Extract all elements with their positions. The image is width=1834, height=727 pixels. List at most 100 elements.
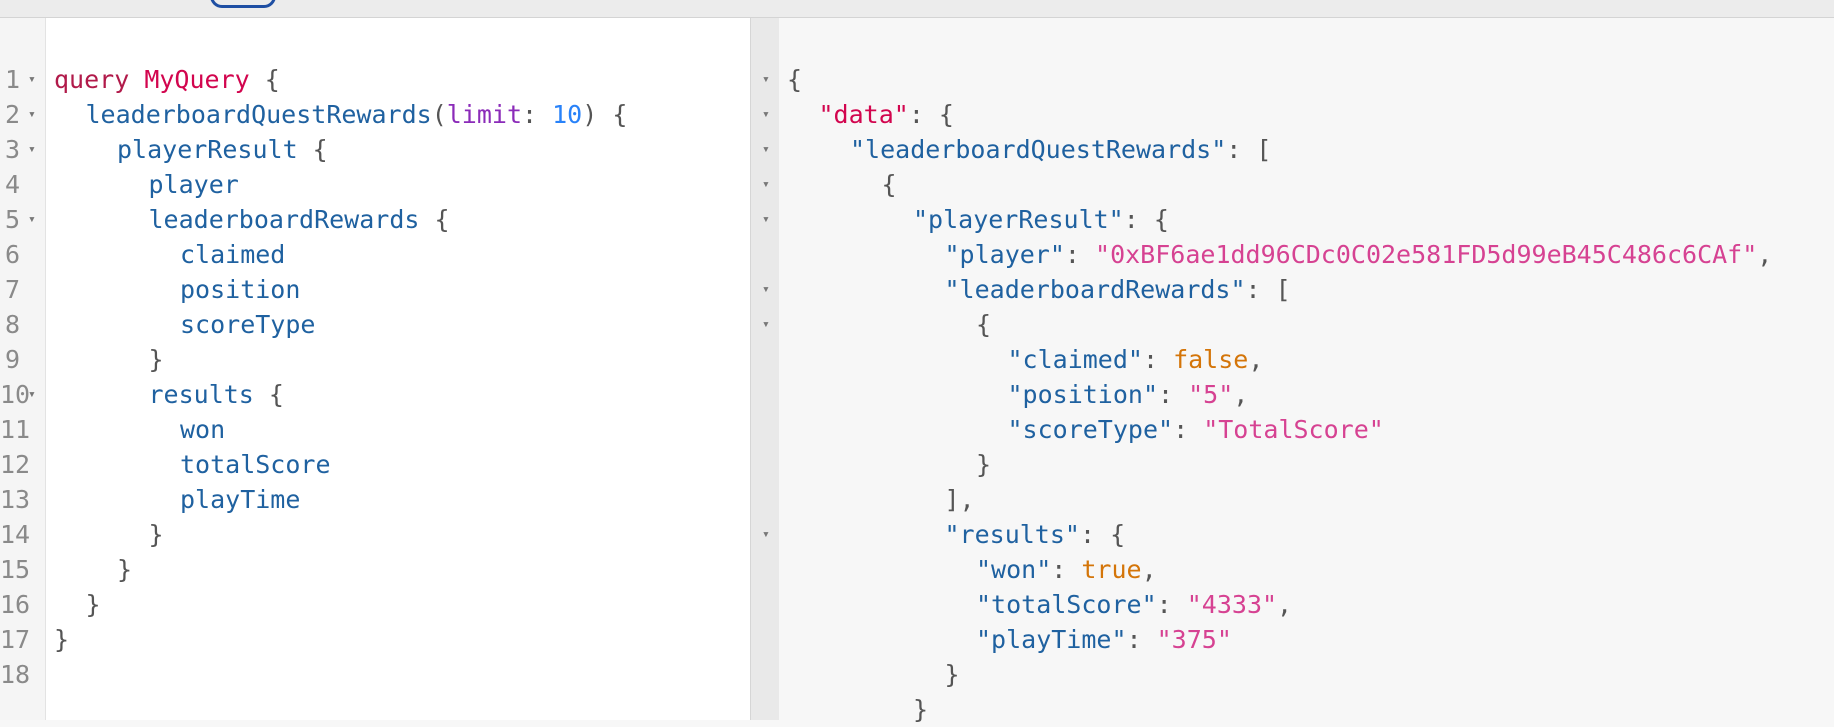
punctuation-token: ], (944, 485, 975, 514)
key-token: "won" (976, 555, 1052, 584)
key-token: "leaderboardQuestRewards" (850, 135, 1227, 164)
fold-toggle-icon[interactable]: ▾ (762, 517, 770, 552)
line-number: 14 (0, 520, 31, 549)
punctuation-token: { (419, 205, 450, 234)
punctuation-token: } (148, 345, 164, 374)
code-line: "results": { (945, 517, 1126, 552)
code-line: } (945, 657, 960, 692)
code-line: { (976, 307, 991, 342)
key-token: "leaderboardRewards" (944, 275, 1246, 304)
fold-toggle-icon[interactable]: ▾ (28, 132, 36, 167)
code-line: "leaderboardRewards": [ (945, 272, 1291, 307)
code-line: } (913, 692, 928, 727)
punctuation-token: : (1158, 380, 1189, 409)
punctuation-token: : (1156, 590, 1187, 619)
fold-toggle-icon[interactable]: ▾ (28, 97, 36, 132)
code-line: { (882, 167, 897, 202)
definition-token: MyQuery (144, 65, 250, 94)
punctuation-token: ) { (582, 100, 628, 129)
key-token: "position" (1007, 380, 1159, 409)
punctuation-token: { (976, 310, 992, 339)
punctuation-token: : (1173, 415, 1204, 444)
line-number: 11 (0, 415, 31, 444)
key-token: "results" (944, 520, 1080, 549)
line-number: 10 (0, 380, 31, 409)
fold-toggle-icon[interactable]: ▾ (762, 97, 770, 132)
code-line: "claimed": false, (1008, 342, 1264, 377)
field-token: leaderboardQuestRewards (85, 100, 432, 129)
punctuation-token: { (297, 135, 328, 164)
line-number: 8 (4, 310, 20, 339)
punctuation-token: } (117, 555, 133, 584)
code-line: "totalScore": "4333", (976, 587, 1292, 622)
code-line: "position": "5", (1008, 377, 1249, 412)
field-token: playTime (180, 485, 301, 514)
fold-toggle-icon[interactable]: ▾ (28, 377, 36, 412)
string-token: "5" (1188, 380, 1234, 409)
punctuation-token: { (881, 170, 897, 199)
punctuation-token: } (976, 450, 992, 479)
field-token: totalScore (180, 450, 331, 479)
fold-toggle-icon[interactable]: ▾ (762, 272, 770, 307)
punctuation-token: , (1248, 345, 1264, 374)
key-token: "playTime" (976, 625, 1127, 654)
fold-toggle-icon[interactable]: ▾ (762, 62, 770, 97)
code-line: query MyQuery { (54, 62, 280, 97)
code-line: ], (945, 482, 975, 517)
punctuation-token: : (1142, 345, 1174, 374)
code-line: leaderboardRewards { (149, 202, 450, 237)
code-line: "data": { (819, 97, 954, 132)
fold-toggle-icon[interactable]: ▾ (28, 202, 36, 237)
fold-toggle-icon[interactable]: ▾ (762, 167, 770, 202)
code-line: position (180, 272, 300, 307)
field-token: position (180, 275, 301, 304)
field-token: won (180, 415, 226, 444)
results-viewer: ▾{▾ "data": {▾ "leaderboardQuestRewards": … (762, 18, 1834, 724)
line-number: 13 (0, 485, 31, 514)
query-editor[interactable]: 1 ▾ query MyQuery {2 ▾ leaderboardQuestRewar… (0, 18, 750, 720)
punctuation-token: , (1141, 555, 1157, 584)
code-line: } (117, 552, 132, 587)
code-line: "scoreType": "TotalScore" (1008, 412, 1384, 447)
field-token: player (148, 170, 239, 199)
code-line: totalScore (180, 447, 331, 482)
punctuation-token: , (1757, 240, 1773, 269)
line-number: 1 (4, 65, 20, 94)
fold-toggle-icon[interactable]: ▾ (762, 202, 770, 237)
punctuation-token: : (1126, 625, 1157, 654)
code-line: { (787, 62, 802, 97)
punctuation-token: ( (431, 100, 447, 129)
code-line: "player": "0xBF6ae1dd96CDc0C02e581FD5d99… (945, 237, 1773, 272)
boolean-token: false (1173, 345, 1249, 374)
field-token: claimed (180, 240, 286, 269)
punctuation-token: } (944, 660, 960, 689)
punctuation-token (129, 65, 144, 94)
punctuation-token: } (148, 520, 164, 549)
punctuation-token: : { (1079, 520, 1126, 549)
line-number: 4 (4, 170, 20, 199)
string-token: "4333" (1186, 590, 1278, 619)
code-line: } (976, 447, 991, 482)
string-token: "TotalScore" (1203, 415, 1384, 444)
punctuation-token: , (1233, 380, 1249, 409)
fold-toggle-icon[interactable]: ▾ (762, 132, 770, 167)
field-token: scoreType (180, 310, 316, 339)
line-number: 5 (4, 205, 20, 234)
code-line: "playTime": "375" (976, 622, 1232, 657)
fold-toggle-icon[interactable]: ▾ (28, 62, 36, 97)
line-number: 6 (4, 240, 20, 269)
line-number: 12 (0, 450, 31, 479)
key-token: "playerResult" (913, 205, 1124, 234)
punctuation-token: } (54, 625, 70, 654)
code-line: "leaderboardQuestRewards": [ (850, 132, 1271, 167)
fold-toggle-icon[interactable]: ▾ (762, 307, 770, 342)
code-line: playerResult { (117, 132, 328, 167)
argument-token: limit (446, 100, 523, 129)
key-token: "claimed" (1007, 345, 1143, 374)
definition-token: "data" (818, 100, 909, 129)
logo-icon (210, 0, 276, 8)
code-line: won (180, 412, 225, 447)
field-token: leaderboardRewards (148, 205, 420, 234)
punctuation-token: { (249, 65, 280, 94)
line-number: 16 (0, 590, 31, 619)
